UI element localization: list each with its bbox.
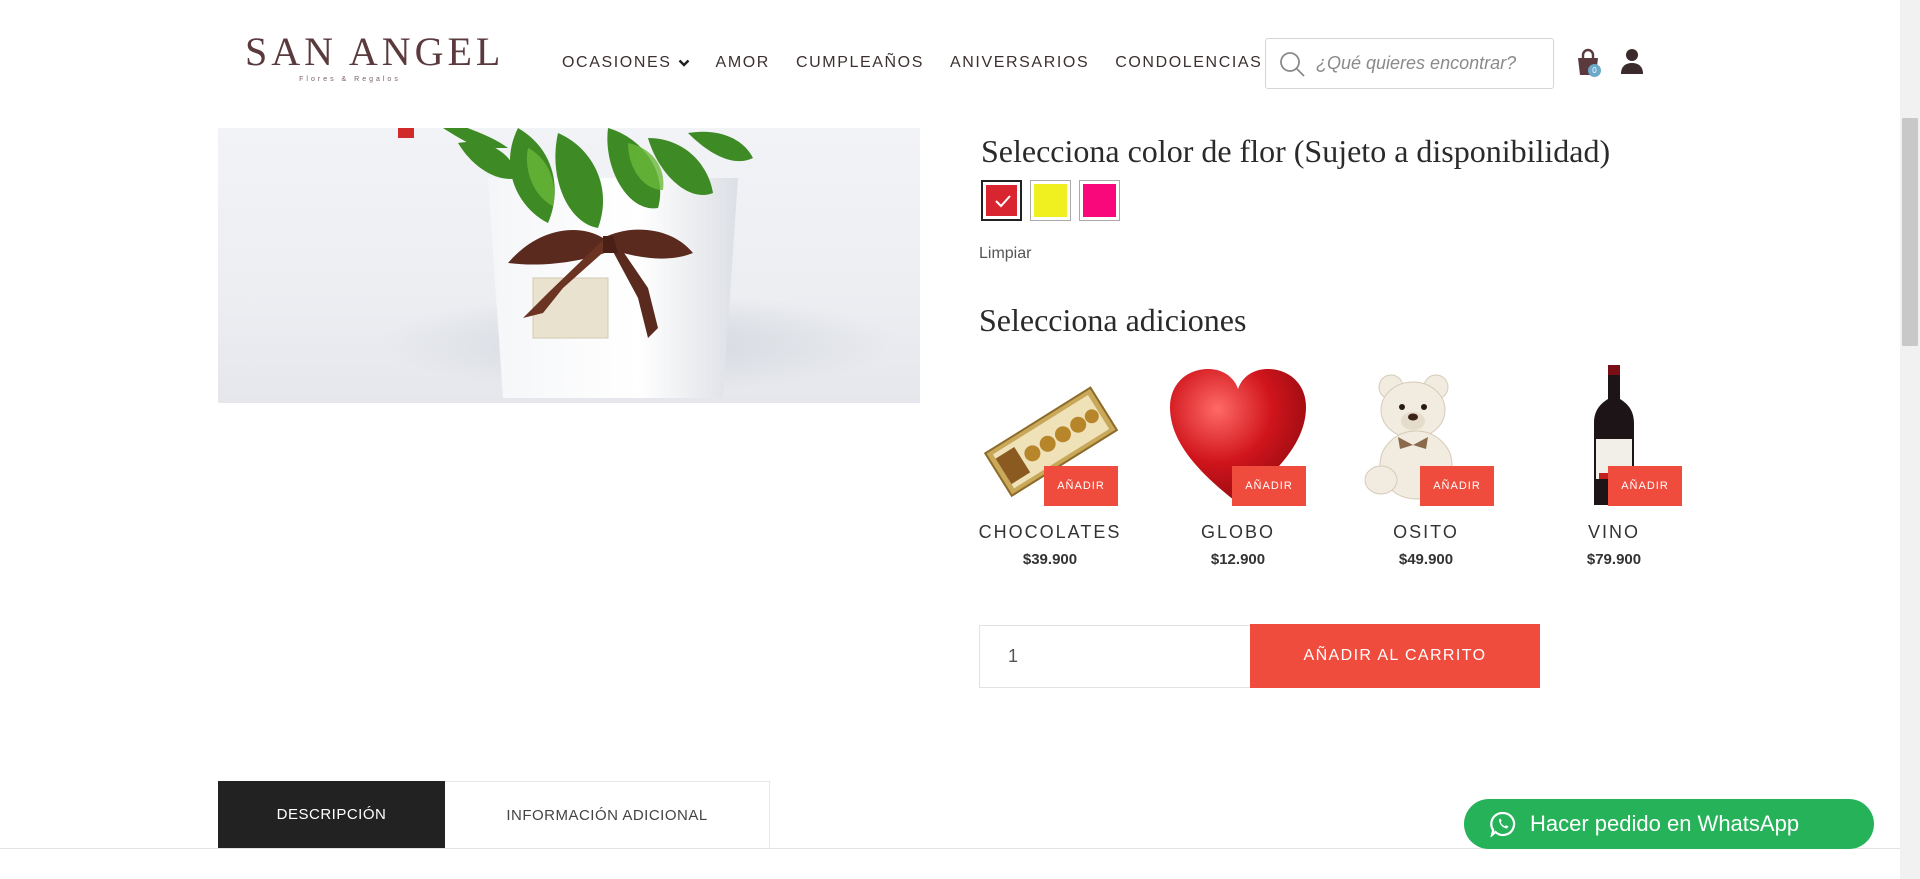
addon-name[interactable]: CHOCOLATES <box>970 522 1130 543</box>
nav-item-label: AMOR <box>715 54 770 71</box>
addon-name[interactable]: OSITO <box>1346 522 1506 543</box>
swatch-pink[interactable] <box>1079 180 1120 221</box>
nav-item-amor[interactable]: AMOR <box>716 54 770 72</box>
addon-name[interactable]: VINO <box>1534 522 1694 543</box>
search-placeholder: ¿Qué quieres encontrar? <box>1316 53 1517 73</box>
color-swatches <box>981 180 1120 221</box>
swatch-yellow[interactable] <box>1030 180 1071 221</box>
product-image[interactable] <box>218 128 920 403</box>
addon-price: $49.900 <box>1398 551 1454 568</box>
add-chocolates-button[interactable]: AÑADIR <box>1044 466 1118 506</box>
add-globo-button[interactable]: AÑADIR <box>1232 466 1306 506</box>
whatsapp-label: Hacer pedido en WhatsApp <box>1530 811 1800 836</box>
product-photo <box>378 128 898 398</box>
search-icon <box>1280 51 1305 77</box>
page-scrollbar[interactable] <box>1900 0 1920 879</box>
user-icon[interactable] <box>1620 48 1644 74</box>
add-osito-button[interactable]: AÑADIR <box>1420 466 1494 506</box>
logo-text: SAN ANGEL <box>245 29 505 74</box>
quantity-input[interactable]: 1 <box>979 625 1251 688</box>
swatch-fill <box>1083 184 1116 217</box>
nav-item-label: CUMPLEAÑOS <box>795 54 924 71</box>
nav-item-label: OCASIONES <box>562 54 672 71</box>
nav-item-label: ANIVERSARIOS <box>949 54 1090 71</box>
additions-title: Selecciona adiciones <box>979 302 1247 338</box>
addon-price: $12.900 <box>1210 551 1266 568</box>
add-vino-button[interactable]: AÑADIR <box>1608 466 1682 506</box>
logo[interactable]: SAN ANGEL Flores & Regalos <box>245 29 505 90</box>
nav-item-condolencias[interactable]: CONDOLENCIAS <box>1115 54 1262 72</box>
tab-informacion-adicional[interactable]: INFORMACIÓN ADICIONAL <box>445 781 770 849</box>
nav-item-ocasiones[interactable]: OCASIONES <box>562 54 690 72</box>
tab-descripcion[interactable]: DESCRIPCIÓN <box>218 781 445 849</box>
chevron-down-icon <box>678 59 689 67</box>
logo-tagline: Flores & Regalos <box>299 76 401 83</box>
addon-price: $79.900 <box>1586 551 1642 568</box>
color-title: Selecciona color de flor (Sujeto a dispo… <box>981 133 1611 169</box>
product-tabs: DESCRIPCIÓN INFORMACIÓN ADICIONAL <box>218 781 770 849</box>
whatsapp-order-button[interactable]: Hacer pedido en WhatsApp <box>1464 799 1874 849</box>
nav-item-label: CONDOLENCIAS <box>1115 54 1263 71</box>
nav-item-cumpleanos[interactable]: CUMPLEAÑOS <box>796 54 924 72</box>
nav-item-aniversarios[interactable]: ANIVERSARIOS <box>950 54 1089 72</box>
search-input[interactable]: ¿Qué quieres encontrar? <box>1265 38 1554 89</box>
main-nav: OCASIONES AMOR CUMPLEAÑOS ANIVERSARIOS C… <box>562 54 1288 72</box>
clear-selection-link[interactable]: Limpiar <box>979 245 1031 263</box>
swatch-red[interactable] <box>981 180 1022 221</box>
swatch-fill <box>1034 184 1067 217</box>
addon-name[interactable]: GLOBO <box>1158 522 1318 543</box>
add-to-cart-button[interactable]: AÑADIR AL CARRITO <box>1250 624 1540 688</box>
site-header: SAN ANGEL Flores & Regalos OCASIONES AMO… <box>0 0 1900 128</box>
addon-price: $39.900 <box>1022 551 1078 568</box>
cart-count-badge: 0 <box>1588 64 1601 77</box>
whatsapp-icon <box>1490 811 1516 837</box>
scrollbar-thumb[interactable] <box>1902 118 1918 346</box>
check-icon <box>995 195 1011 208</box>
